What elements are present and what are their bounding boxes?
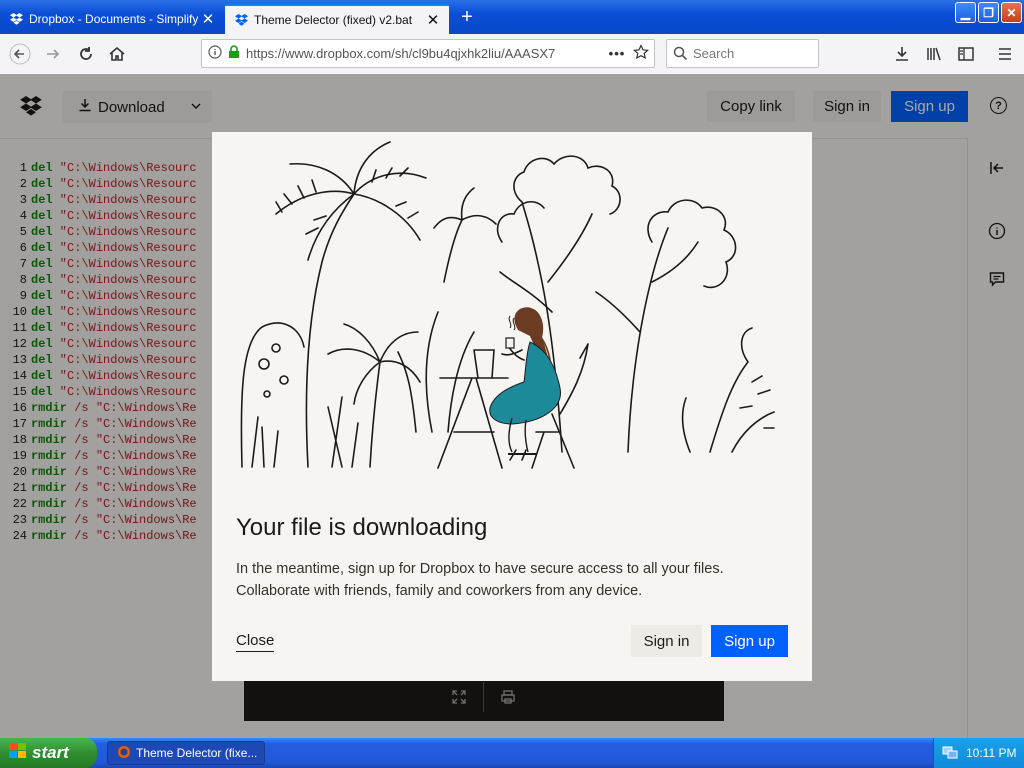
modal-sign-up-button[interactable]: Sign up [711,625,788,657]
modal-body: In the meantime, sign up for Dropbox to … [236,561,724,599]
search-bar[interactable]: Search [666,39,819,68]
download-modal: Your file is downloading In the meantime… [212,132,812,681]
start-button[interactable]: start [0,738,97,768]
browser-titlebar: Dropbox - Documents - Simplify yo ✕ Them… [0,0,1024,34]
library-icon[interactable] [921,42,947,66]
url-text[interactable]: https://www.dropbox.com/sh/cl9bu4qjxhk2l… [246,46,606,61]
firefox-icon [117,745,131,762]
window-controls: ▁ ❐ ✕ [955,2,1022,23]
tab-theme-delector[interactable]: Theme Delector (fixed) v2.bat ✕ [225,4,449,34]
close-tab-icon[interactable]: ✕ [423,11,443,29]
modal-sign-in-button[interactable]: Sign in [631,625,702,657]
close-tab-icon[interactable]: ✕ [198,10,218,28]
tab-title: Theme Delector (fixed) v2.bat [254,13,413,27]
system-tray: 10:11 PM [933,738,1024,768]
info-icon[interactable] [202,45,228,62]
dropbox-icon [9,12,23,26]
menu-icon[interactable] [992,42,1018,66]
tab-dropbox-documents[interactable]: Dropbox - Documents - Simplify yo ✕ [0,4,224,34]
lock-icon [228,45,246,62]
sidebar-icon[interactable] [953,42,979,66]
close-window-button[interactable]: ✕ [1001,2,1022,23]
url-bar[interactable]: https://www.dropbox.com/sh/cl9bu4qjxhk2l… [201,39,655,68]
taskbar: start Theme Delector (fixe... 10:11 PM [0,738,1024,768]
garden-illustration [240,141,775,469]
home-icon[interactable] [104,42,130,66]
dropbox-icon [234,13,248,27]
navigation-bar: https://www.dropbox.com/sh/cl9bu4qjxhk2l… [0,34,1024,75]
network-icon[interactable] [942,744,958,763]
new-tab-button[interactable]: + [455,6,479,28]
windows-flag-icon [9,742,27,764]
star-icon[interactable] [628,44,654,63]
search-input[interactable]: Search [693,46,734,61]
dropbox-preview-page: Download Copy link Sign in Sign up ? 1 de… [0,74,1024,738]
back-icon[interactable] [7,42,33,66]
reload-icon[interactable] [73,42,99,66]
minimize-button[interactable]: ▁ [955,2,976,23]
close-button[interactable]: Close [236,632,275,652]
clock[interactable]: 10:11 PM [966,746,1016,760]
downloads-icon[interactable] [889,42,915,66]
taskbar-item-firefox[interactable]: Theme Delector (fixe... [107,741,265,765]
forward-icon[interactable] [40,42,66,66]
start-label: start [32,743,69,762]
taskbar-item-label: Theme Delector (fixe... [136,746,258,760]
tab-title: Dropbox - Documents - Simplify yo [29,12,198,26]
page-actions-icon[interactable]: ••• [606,46,628,61]
modal-title: Your file is downloading [236,514,488,541]
restore-button[interactable]: ❐ [978,2,999,23]
search-icon [667,46,693,61]
